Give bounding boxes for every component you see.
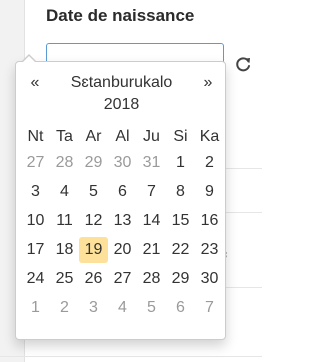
calendar-week-row: 17 18 19 20 21 22 23 [21, 237, 224, 263]
calendar-day[interactable]: 7 [195, 295, 224, 321]
date-of-birth-label: Date de naissance [46, 6, 195, 25]
calendar-day[interactable]: 21 [137, 237, 166, 263]
calendar-day-today[interactable]: 19 [79, 237, 108, 263]
calendar-day[interactable]: 9 [195, 179, 224, 205]
calendar-day[interactable]: 16 [195, 208, 224, 234]
calendar-week-row: 1234567 [21, 295, 224, 321]
calendar-day[interactable]: 4 [108, 295, 137, 321]
calendar-week-row: 24 25 26 27 28 29 30 [21, 266, 224, 292]
weekday-header: Ar [85, 128, 102, 145]
calendar-day[interactable]: 25 [50, 266, 79, 292]
calendar-day[interactable]: 5 [79, 179, 108, 205]
calendar-day[interactable]: 7 [137, 179, 166, 205]
next-month-button[interactable]: » [196, 74, 220, 94]
calendar-day[interactable]: 5 [137, 295, 166, 321]
calendar-day[interactable]: 28 [50, 150, 79, 176]
weekday-header: Ta [56, 128, 73, 145]
calendar-day[interactable]: 29 [79, 150, 108, 176]
background-divider [226, 168, 262, 169]
datepicker-caret-fill [23, 56, 35, 62]
weekday-header: Ka [199, 128, 220, 145]
weekday-header: Al [115, 128, 130, 145]
refresh-icon[interactable] [234, 55, 252, 73]
calendar-day[interactable]: 31 [137, 150, 166, 176]
calendar-day[interactable]: 24 [21, 266, 50, 292]
calendar-day[interactable]: 3 [79, 295, 108, 321]
calendar-week-row: 10 11 12 13 14 15 16 [21, 208, 224, 234]
month-switch[interactable]: Sɛtanburukalo [50, 72, 193, 94]
calendar-day[interactable]: 30 [108, 150, 137, 176]
background-divider [226, 212, 262, 213]
calendar-week-row: 3456789 [21, 179, 224, 205]
weekday-header: Ju [143, 128, 160, 145]
weekday-header: Si [173, 128, 188, 145]
calendar-day[interactable]: 1 [21, 295, 50, 321]
calendar-day[interactable]: 2 [195, 150, 224, 176]
calendar-day[interactable]: 27 [21, 150, 50, 176]
calendar-day[interactable]: 22 [166, 237, 195, 263]
calendar-day[interactable]: 6 [166, 295, 195, 321]
background-divider [226, 287, 262, 288]
background-divider [0, 356, 262, 357]
calendar-day[interactable]: 11 [50, 208, 79, 234]
calendar-day[interactable]: 18 [50, 237, 79, 263]
calendar-day[interactable]: 1 [166, 150, 195, 176]
calendar-day[interactable]: 30 [195, 266, 224, 292]
calendar-day[interactable]: 2 [50, 295, 79, 321]
calendar-day[interactable]: 10 [21, 208, 50, 234]
calendar-day[interactable]: 28 [137, 266, 166, 292]
datepicker-popup: « Sɛtanburukalo » 2018 Nt Ta Ar Al Ju Si… [15, 54, 226, 340]
weekday-header-row: Nt Ta Ar Al Ju Si Ka [21, 124, 224, 150]
calendar-day[interactable]: 4 [50, 179, 79, 205]
calendar-day[interactable]: 17 [21, 237, 50, 263]
calendar-day[interactable]: 3 [21, 179, 50, 205]
calendar-day[interactable]: 20 [108, 237, 137, 263]
prev-month-button[interactable]: « [23, 74, 47, 94]
calendar-day[interactable]: 23 [195, 237, 224, 263]
calendar-week-row: 27 28 29 30 31 1 2 [21, 150, 224, 176]
calendar-day[interactable]: 14 [137, 208, 166, 234]
calendar-day[interactable]: 26 [79, 266, 108, 292]
calendar-day[interactable]: 29 [166, 266, 195, 292]
calendar-day[interactable]: 12 [79, 208, 108, 234]
year-label: 2018 [103, 96, 140, 113]
calendar-day[interactable]: 6 [108, 179, 137, 205]
weekday-header: Nt [27, 128, 44, 145]
calendar-day[interactable]: 15 [166, 208, 195, 234]
calendar-day[interactable]: 13 [108, 208, 137, 234]
calendar-day[interactable]: 8 [166, 179, 195, 205]
calendar-day[interactable]: 27 [108, 266, 137, 292]
